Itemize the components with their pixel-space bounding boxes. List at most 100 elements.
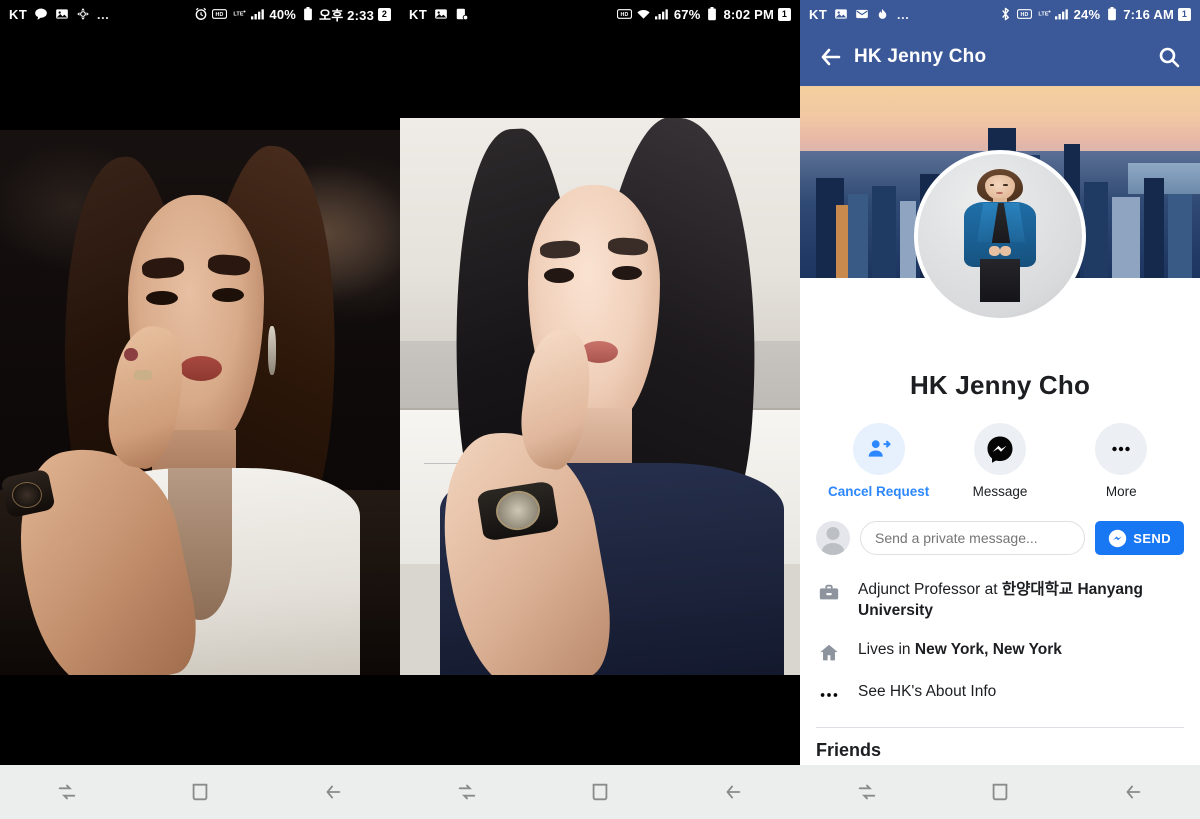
- cover-building: [1168, 193, 1192, 278]
- battery-icon: [300, 7, 315, 22]
- avatar-hand-left: [988, 245, 1000, 256]
- messenger-icon: [1108, 529, 1127, 548]
- info-row-work[interactable]: Adjunct Professor at 한양대학교 Hanyang Unive…: [816, 571, 1184, 631]
- profile-info-list: Adjunct Professor at 한양대학교 Hanyang Unive…: [800, 555, 1200, 715]
- message-icon: [33, 7, 48, 22]
- clock-label: 8:02 PM: [723, 6, 774, 22]
- svg-text:HD: HD: [1020, 12, 1028, 18]
- recents-icon[interactable]: [437, 765, 497, 819]
- facebook-appbar: HK Jenny Cho: [800, 28, 1200, 86]
- svg-text:HD: HD: [620, 12, 628, 18]
- carrier-label: KT: [809, 6, 828, 22]
- avatar-eye-right: [1003, 184, 1008, 186]
- info-row-location-text: Lives in New York, New York: [858, 640, 1062, 661]
- status-bar-left-2: KT: [409, 7, 469, 22]
- back-icon[interactable]: [1103, 765, 1163, 819]
- photo-viewer-2[interactable]: [400, 28, 800, 765]
- back-icon[interactable]: [703, 765, 763, 819]
- home-icon[interactable]: [170, 765, 230, 819]
- hd-icon: HD: [212, 7, 228, 22]
- android-navbar-2: [400, 765, 800, 819]
- sim-badge: 1: [778, 7, 791, 21]
- lte-icon: LTE: [231, 7, 246, 22]
- sim-badge: 2: [378, 7, 391, 21]
- profile-action-row: Cancel Request Message More: [800, 423, 1200, 499]
- photo-ring: [134, 369, 152, 380]
- clock-label: 오후 2:33: [319, 7, 374, 23]
- battery-icon: [1104, 7, 1119, 22]
- avatar-mouth: [995, 191, 1004, 194]
- message-label: Message: [972, 484, 1028, 499]
- back-icon[interactable]: [303, 765, 363, 819]
- cancel-request-button[interactable]: Cancel Request: [824, 423, 934, 499]
- status-bar-right-2: HD 67% 8:02 PM 1: [616, 6, 791, 22]
- profile-photo-woman-blue-blazer[interactable]: [914, 150, 1086, 322]
- info-row-work-text: Adjunct Professor at 한양대학교 Hanyang Unive…: [858, 580, 1184, 622]
- home-icon[interactable]: [570, 765, 630, 819]
- info-row-location[interactable]: Lives in New York, New York: [816, 631, 1184, 673]
- default-avatar-icon: [816, 521, 850, 555]
- photo-icon: [54, 7, 69, 22]
- cancel-request-label: Cancel Request: [828, 484, 930, 499]
- more-button[interactable]: More: [1066, 423, 1176, 499]
- android-navbar-3: [800, 765, 1200, 819]
- cover-water: [1128, 162, 1200, 194]
- selfie-office-image: [400, 118, 800, 675]
- search-icon[interactable]: [1152, 40, 1186, 74]
- bluetooth-icon: [998, 7, 1013, 22]
- photo-viewer-selfie-dark[interactable]: [0, 130, 400, 675]
- avatar-skirt: [980, 258, 1020, 302]
- cover-building: [1144, 178, 1164, 278]
- signal-bars-icon: [1055, 7, 1070, 22]
- home-icon[interactable]: [970, 765, 1030, 819]
- cover-building: [836, 205, 848, 278]
- info-location-city: New York, New York: [914, 640, 1062, 658]
- three-phone-screenshots: KT … HD LTE 40% 오후 2:33 2 KT HD 67% 8:02…: [0, 0, 1200, 819]
- cover-building: [872, 185, 896, 278]
- photo-icon: [833, 7, 848, 22]
- recents-icon[interactable]: [37, 765, 97, 819]
- message-button[interactable]: Message: [945, 423, 1055, 499]
- status-bar-left-1: KT …: [9, 7, 110, 22]
- search-input[interactable]: [860, 521, 1086, 555]
- cover-building: [1112, 197, 1140, 278]
- alarm-icon: [193, 7, 208, 22]
- private-message-composer: SEND: [800, 521, 1200, 555]
- photo-viewer-1[interactable]: [0, 28, 400, 765]
- arrow-left-icon[interactable]: [814, 40, 848, 74]
- phone-panel-2: KT HD 67% 8:02 PM 1: [400, 0, 800, 819]
- cover-building: [1084, 182, 1108, 278]
- photo-icon: [433, 7, 448, 22]
- mail-icon: [854, 7, 869, 22]
- lte-icon: LTE: [1036, 7, 1051, 22]
- photo-eyebrow-right: [607, 236, 649, 256]
- person-add-icon: [852, 423, 905, 475]
- briefcase-icon: [816, 580, 842, 604]
- page-title: HK Jenny Cho: [909, 370, 1091, 400]
- clock-label: 7:16 AM: [1123, 6, 1174, 22]
- status-bar-1: KT … HD LTE 40% 오후 2:33 2: [0, 0, 400, 28]
- hd-icon: HD: [616, 7, 632, 22]
- messenger-icon: [973, 423, 1026, 475]
- flame-icon: [875, 7, 890, 22]
- hd-icon: HD: [1016, 7, 1032, 22]
- send-label: SEND: [1133, 530, 1171, 546]
- photo-fingernail: [124, 348, 138, 362]
- friends-section-title: Friends: [816, 739, 882, 760]
- carrier-label: KT: [9, 6, 28, 22]
- status-bar-right-1: HD LTE 40% 오후 2:33 2: [193, 5, 391, 24]
- appbar-title: HK Jenny Cho: [854, 46, 987, 67]
- photo-earring: [268, 326, 276, 376]
- send-button[interactable]: SEND: [1095, 521, 1184, 555]
- info-row-about[interactable]: See HK's About Info: [816, 673, 1184, 715]
- status-bar-2: KT HD 67% 8:02 PM 1: [400, 0, 800, 28]
- photo-eye-left: [544, 268, 574, 283]
- battery-percent: 24%: [1073, 6, 1101, 22]
- info-row-about-text: See HK's About Info: [858, 682, 997, 700]
- sim-badge: 1: [1178, 7, 1191, 21]
- photo-viewer-selfie-office[interactable]: [400, 118, 800, 675]
- recents-icon[interactable]: [837, 765, 897, 819]
- photo-watch-face: [12, 481, 42, 508]
- phone-panel-1: KT … HD LTE 40% 오후 2:33 2: [0, 0, 400, 819]
- profile-cover-area: [800, 86, 1200, 356]
